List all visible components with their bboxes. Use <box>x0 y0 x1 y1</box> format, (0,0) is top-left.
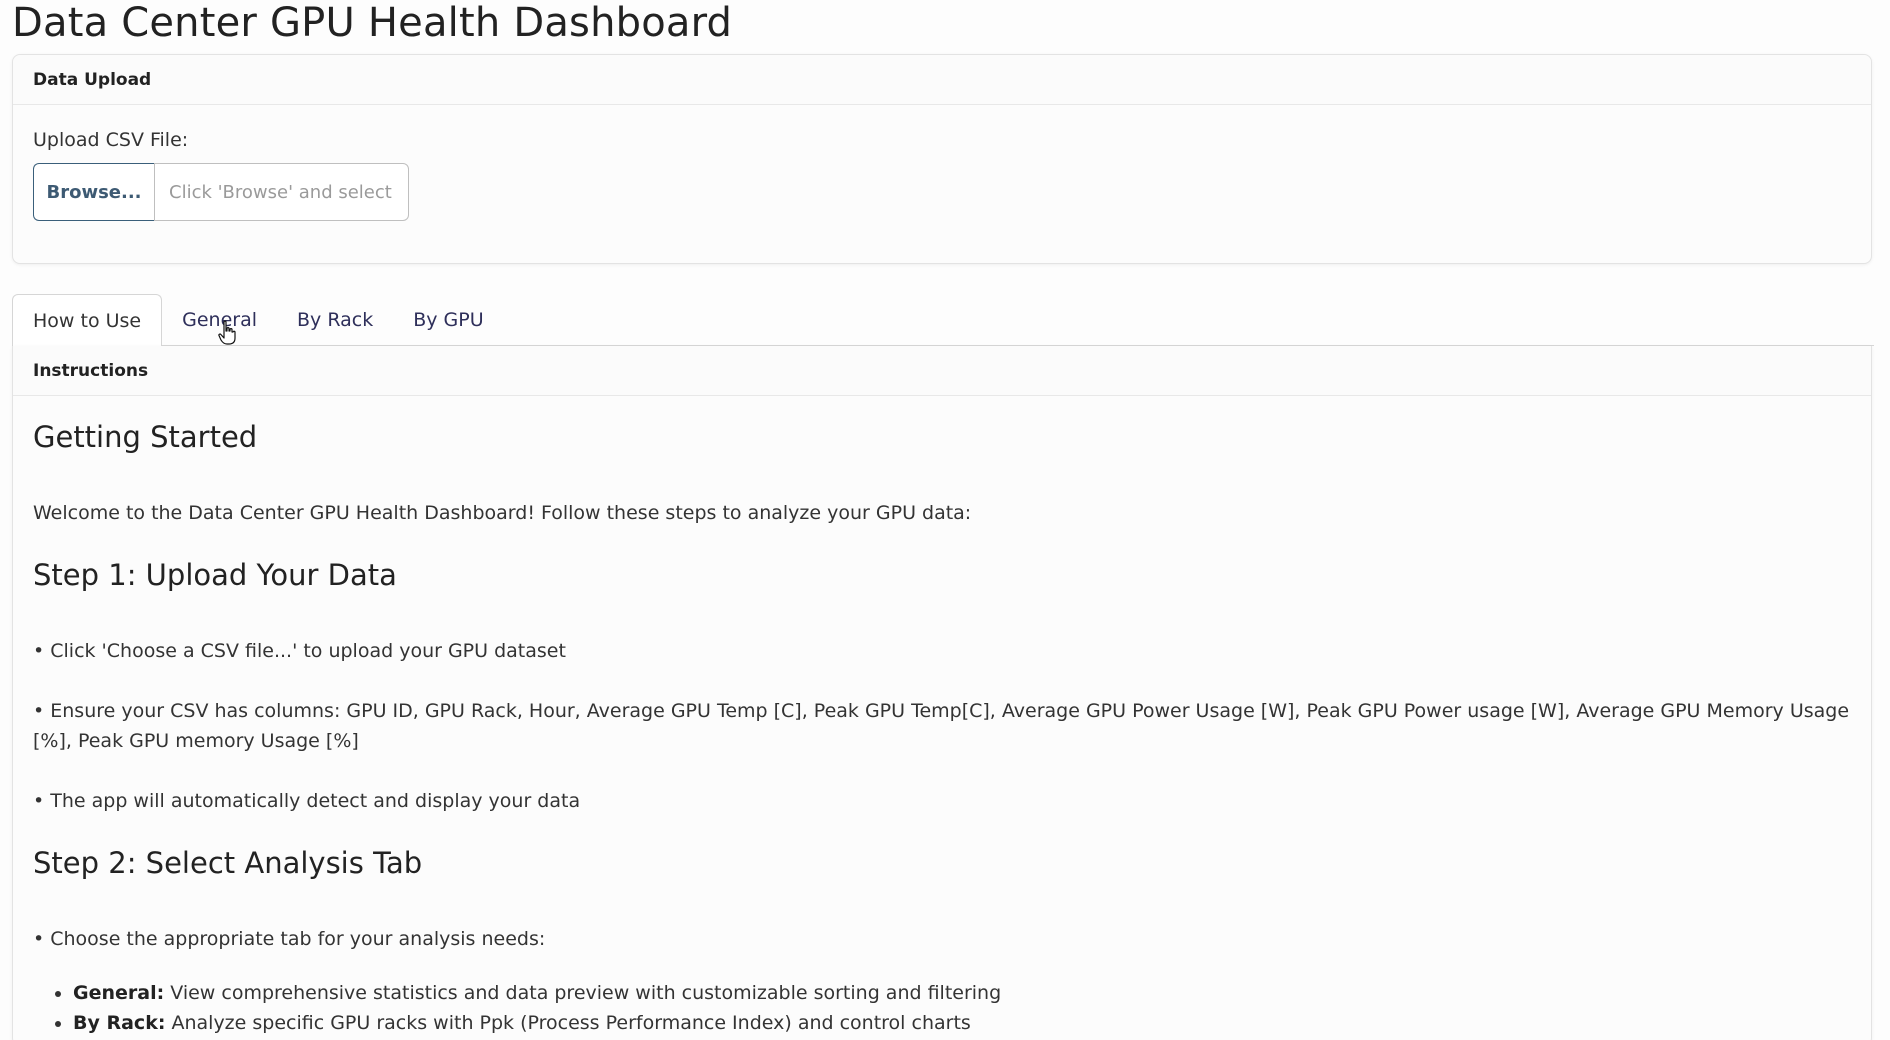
instructions-header: Instructions <box>13 346 1871 396</box>
data-upload-header: Data Upload <box>13 55 1871 105</box>
welcome-text: Welcome to the Data Center GPU Health Da… <box>33 502 972 524</box>
browse-button[interactable]: Browse... <box>33 163 154 221</box>
tab-by-gpu[interactable]: By GPU <box>393 294 503 346</box>
step2-intro: • Choose the appropriate tab for your an… <box>33 928 546 950</box>
list-item-term: General: <box>73 982 165 1004</box>
analysis-tabs: How to Use General By Rack By GPU <box>12 294 1874 347</box>
instructions-card: Instructions Getting Started Welcome to … <box>12 346 1872 1040</box>
file-input-group: Browse... <box>33 163 409 221</box>
tab-how-to-use[interactable]: How to Use <box>12 294 163 347</box>
getting-started-heading: Getting Started <box>33 420 258 454</box>
list-item: General: View comprehensive statistics a… <box>73 978 1851 1008</box>
dashboard-page: Data Center GPU Health Dashboard Data Up… <box>0 0 1890 1040</box>
step1-item: • Ensure your CSV has columns: GPU ID, G… <box>33 700 1850 752</box>
instructions-content: Getting Started Welcome to the Data Cent… <box>13 396 1871 1040</box>
step2-heading: Step 2: Select Analysis Tab <box>33 846 423 880</box>
tab-general[interactable]: General <box>162 294 277 346</box>
list-item: By Rack: Analyze specific GPU racks with… <box>73 1008 1851 1038</box>
list-item-term: By Rack: <box>73 1012 166 1034</box>
step1-item: • Click 'Choose a CSV file...' to upload… <box>33 640 566 662</box>
upload-csv-label: Upload CSV File: <box>33 129 189 151</box>
step1-item: • The app will automatically detect and … <box>33 790 581 812</box>
step1-heading: Step 1: Upload Your Data <box>33 558 397 592</box>
page-title: Data Center GPU Health Dashboard <box>12 0 733 46</box>
list-item-text: View comprehensive statistics and data p… <box>164 982 1002 1004</box>
tab-by-rack[interactable]: By Rack <box>277 294 393 346</box>
list-item-text: Analyze specific GPU racks with Ppk (Pro… <box>165 1012 971 1034</box>
tab-description-list: General: View comprehensive statistics a… <box>73 978 1851 1038</box>
file-path-field[interactable] <box>154 163 409 221</box>
data-upload-card: Data Upload Upload CSV File: Browse... <box>12 54 1872 264</box>
data-upload-body: Upload CSV File: Browse... <box>13 105 1871 245</box>
